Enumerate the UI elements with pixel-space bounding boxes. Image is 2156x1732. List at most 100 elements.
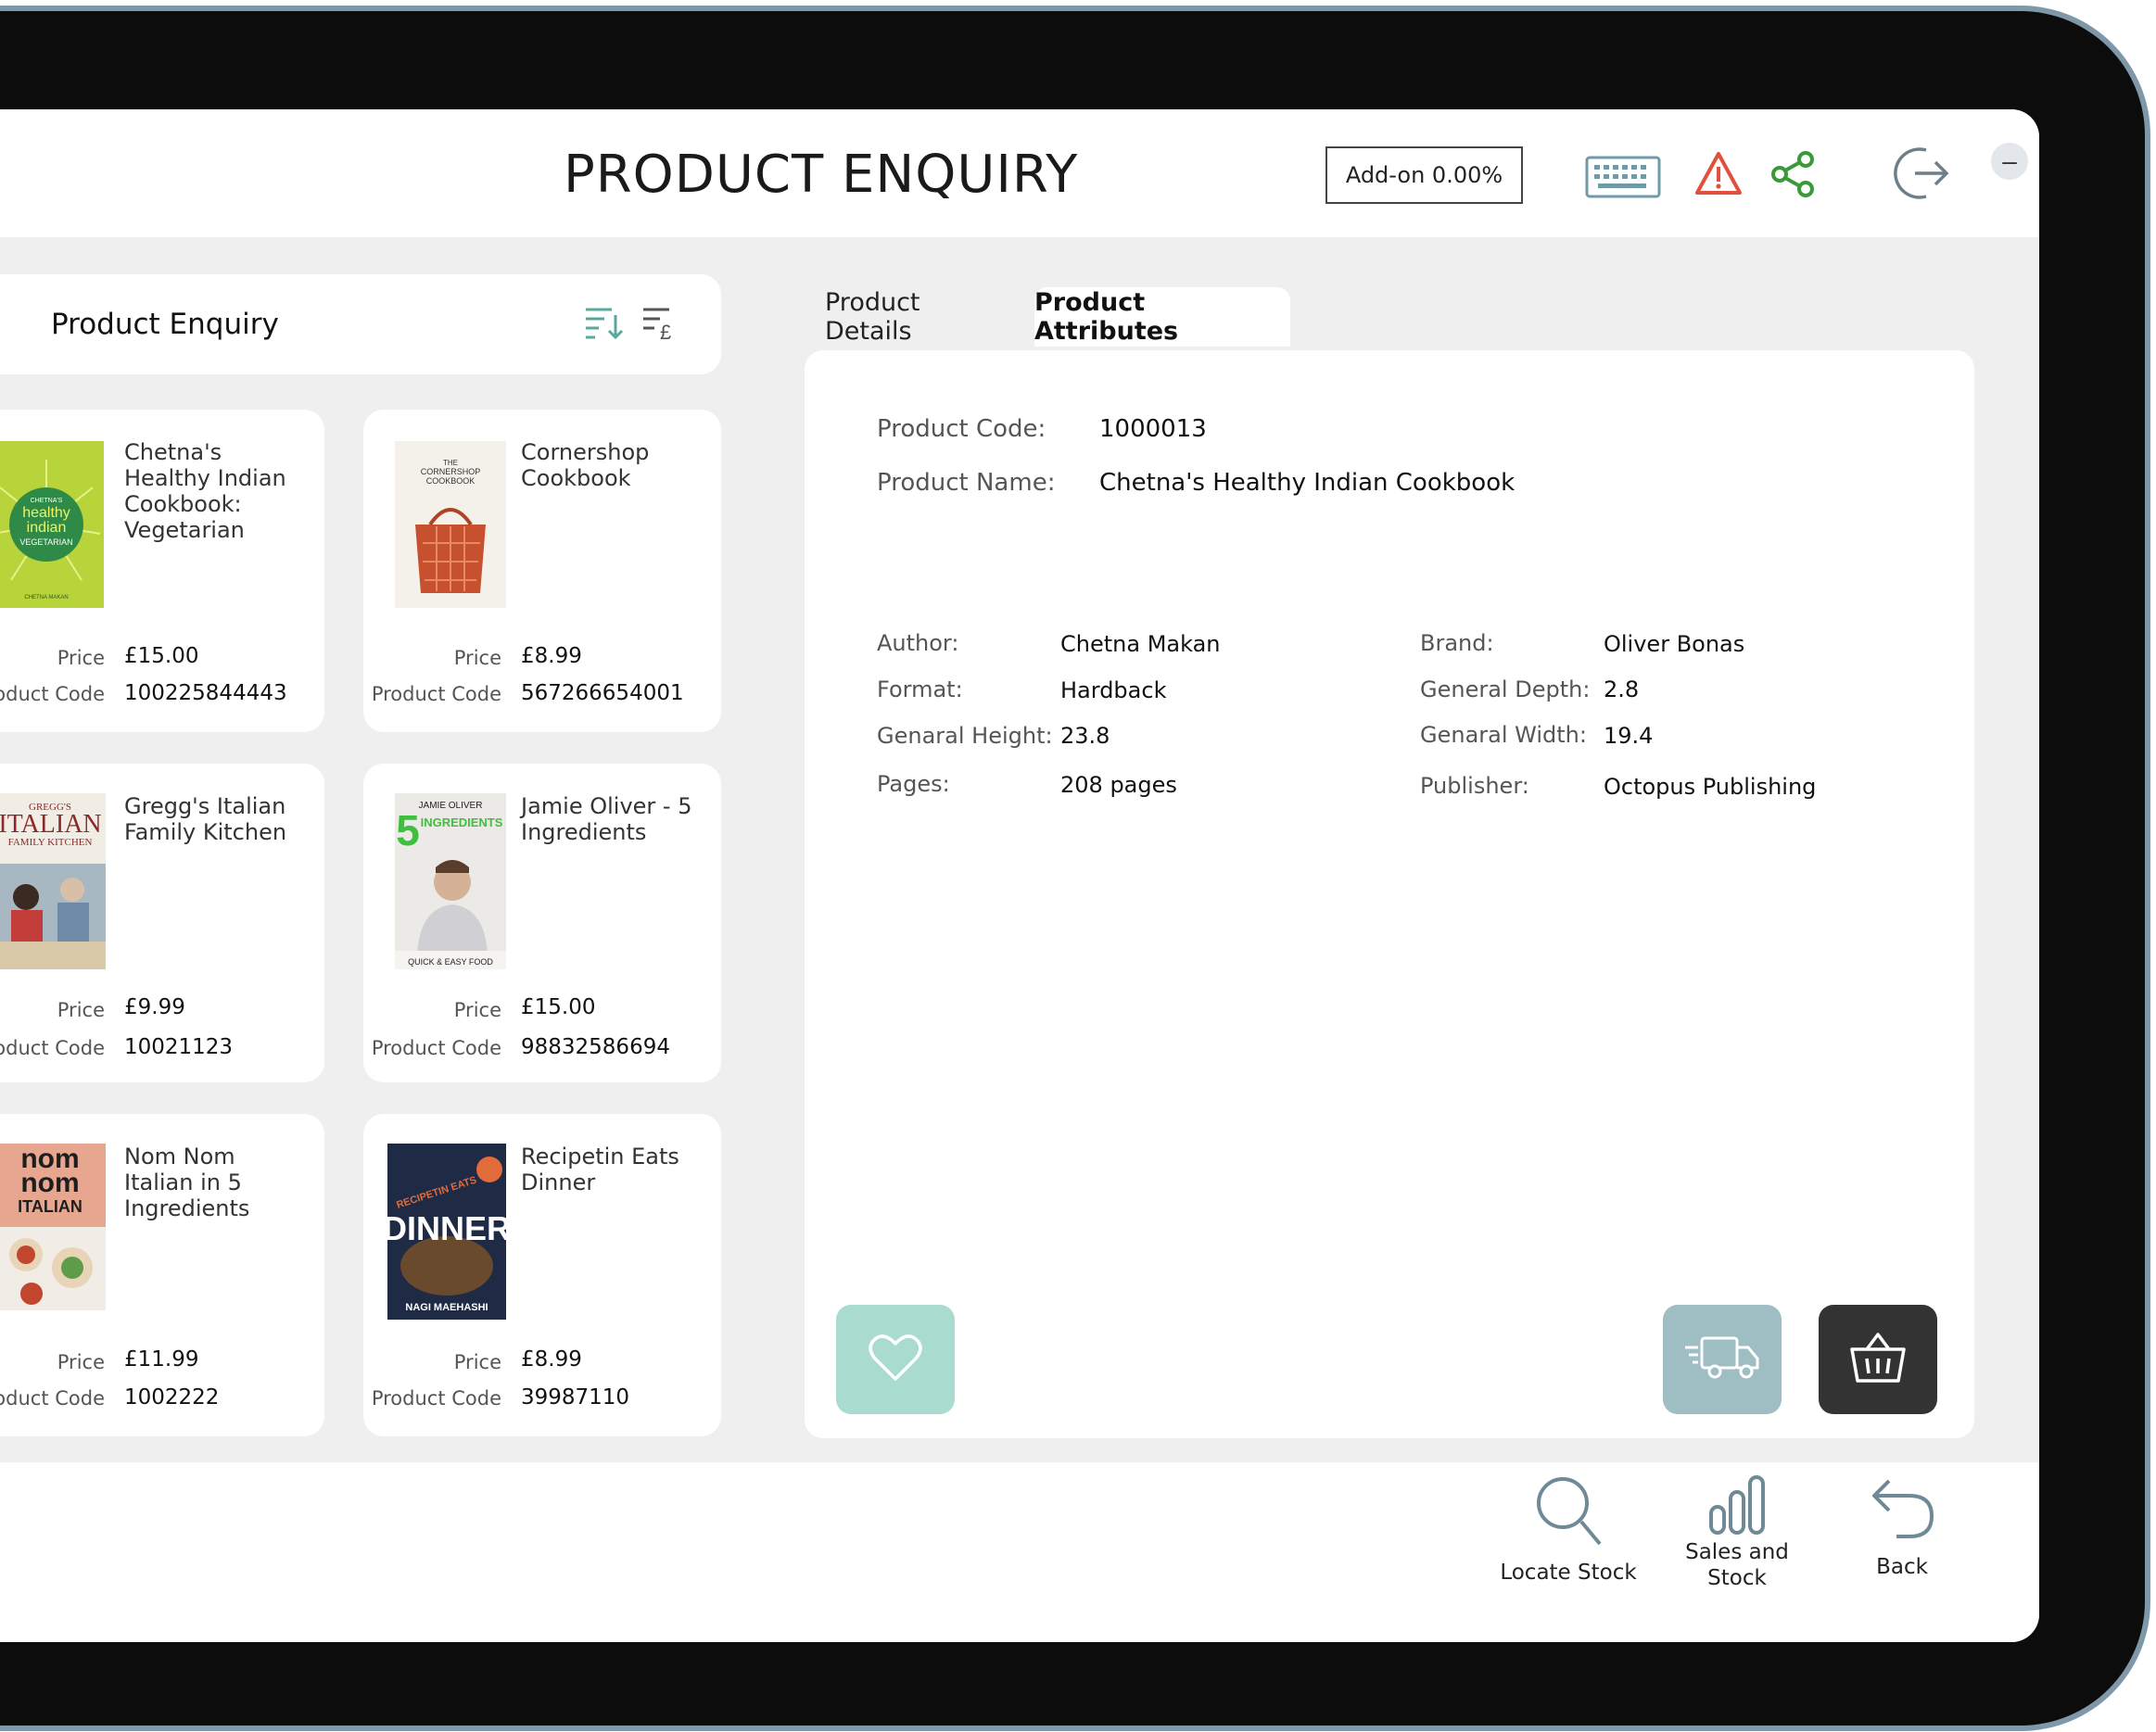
product-code-value: 1000013 xyxy=(1099,415,1207,443)
page-title: PRODUCT ENQUIRY xyxy=(564,145,1079,205)
product-card-title: Nom Nom Italian in 5 Ingredients xyxy=(124,1144,250,1221)
cover-text: THE xyxy=(443,459,458,467)
cover-text: INGREDIENTS xyxy=(421,815,503,829)
sales-and-stock-label-line-1: Sales and xyxy=(1685,1540,1789,1564)
cover-text: CORNERSHOP xyxy=(421,467,481,476)
cover-text: COOKBOOK xyxy=(426,476,476,486)
depth-label: General Depth: xyxy=(1420,676,1591,702)
product-card[interactable]: RECIPETIN EATS DINNER NAGI MAEHASHI Reci… xyxy=(363,1114,721,1436)
share-icon[interactable] xyxy=(1769,150,1817,203)
product-code-label: Product Code xyxy=(371,1387,501,1410)
product-card[interactable]: nom nom ITALIAN Nom Nom Italian in 5 Ing… xyxy=(0,1114,324,1436)
product-card[interactable]: THE CORNERSHOP COOKBOOK Cornershop Cookb… xyxy=(363,410,721,732)
product-attributes-panel: Product Code: 1000013 Product Name: Chet… xyxy=(805,350,1974,1438)
price-label: Price xyxy=(453,999,501,1021)
warning-icon[interactable] xyxy=(1694,150,1743,201)
cover-text: CHETNA'S xyxy=(31,498,63,504)
book-cover-image: THE CORNERSHOP COOKBOOK xyxy=(395,441,506,608)
product-card-title: Chetna's Healthy Indian Cookbook: Vegeta… xyxy=(124,439,286,543)
keyboard-icon[interactable] xyxy=(1585,156,1661,203)
cover-text: DINNER xyxy=(387,1209,506,1247)
top-bar: h PRODUCT ENQUIRY Add-on 0.00% xyxy=(0,109,2039,237)
price-label: Price xyxy=(453,647,501,669)
cover-text: CHETNA MAKAN xyxy=(24,595,68,601)
cover-text: indian xyxy=(27,520,67,536)
locate-stock-label: Locate Stock xyxy=(1500,1561,1637,1585)
publisher-value: Octopus Publishing xyxy=(1604,774,1817,800)
delivery-button[interactable] xyxy=(1663,1305,1782,1414)
addon-button[interactable]: Add-on 0.00% xyxy=(1325,146,1523,204)
height-label: Genaral Height: xyxy=(877,723,1053,749)
product-code-value: 10021123 xyxy=(124,1035,234,1059)
format-label: Format: xyxy=(877,676,963,702)
product-code-value: 98832586694 xyxy=(521,1035,670,1059)
brand-label: Brand: xyxy=(1420,630,1494,656)
product-code-value: 1002222 xyxy=(124,1385,220,1410)
cover-text: nom xyxy=(20,1168,79,1198)
product-list-header: Product Enquiry £ xyxy=(0,274,721,374)
product-code-label: Product Code xyxy=(0,1037,105,1059)
cover-text: 5 xyxy=(396,806,420,854)
price-value: £8.99 xyxy=(521,1347,582,1372)
product-code-label: Product Code xyxy=(371,1037,501,1059)
sales-and-stock-button[interactable]: Sales and Stock xyxy=(1663,1473,1811,1591)
book-cover-image: GREGG'S ITALIAN FAMILY KITCHEN xyxy=(0,793,106,969)
product-list-title: Product Enquiry xyxy=(51,308,279,341)
price-value: £8.99 xyxy=(521,644,582,668)
product-code-value: 567266654001 xyxy=(521,681,684,705)
product-card[interactable]: CHETNA'S healthy indian VEGETARIAN CHETN… xyxy=(0,410,324,732)
sort-icon[interactable] xyxy=(584,304,624,346)
tab-product-attributes[interactable]: Product Attributes xyxy=(1034,287,1290,347)
product-code-label: Product Code xyxy=(371,683,501,705)
favourite-button[interactable] xyxy=(836,1305,955,1414)
logout-icon[interactable] xyxy=(1889,141,1952,210)
product-card-title: Cornershop Cookbook xyxy=(521,439,650,491)
height-value: 23.8 xyxy=(1060,723,1110,749)
search-icon xyxy=(1533,1477,1604,1551)
price-label: Price xyxy=(453,1351,501,1373)
book-cover-image: nom nom ITALIAN xyxy=(0,1144,106,1310)
price-value: £15.00 xyxy=(124,644,199,668)
brand-value: Oliver Bonas xyxy=(1604,631,1745,657)
back-button[interactable]: Back xyxy=(1828,1473,1976,1580)
product-name-label: Product Name: xyxy=(877,469,1056,497)
tab-product-details[interactable]: Product Details xyxy=(825,287,1010,347)
format-value: Hardback xyxy=(1060,677,1167,703)
cover-text: NAGI MAEHASHI xyxy=(405,1302,488,1313)
depth-value: 2.8 xyxy=(1604,676,1640,702)
product-code-label: Product Code: xyxy=(877,415,1046,443)
price-value: £15.00 xyxy=(521,995,596,1019)
sales-and-stock-label-line-2: Stock xyxy=(1707,1566,1767,1590)
product-card-title: Recipetin Eats Dinner xyxy=(521,1144,679,1195)
add-to-basket-button[interactable] xyxy=(1819,1305,1937,1414)
cover-text: JAMIE OLIVER xyxy=(419,801,483,811)
product-card[interactable]: JAMIE OLIVER 5 INGREDIENTS QUICK & EASY … xyxy=(363,764,721,1082)
cover-text: FAMILY KITCHEN xyxy=(8,837,93,848)
locate-stock-button[interactable]: Locate Stock xyxy=(1494,1473,1642,1586)
pages-label: Pages: xyxy=(877,771,950,797)
back-arrow-icon xyxy=(1869,1479,1935,1546)
cover-text: VEGETARIAN xyxy=(19,537,72,547)
cover-text: ITALIAN xyxy=(0,810,102,839)
book-cover-image: CHETNA'S healthy indian VEGETARIAN CHETN… xyxy=(0,441,104,608)
price-value: £11.99 xyxy=(124,1347,199,1372)
bottom-toolbar: Locate Stock Sales and Stock Back xyxy=(0,1462,2039,1642)
basket-icon xyxy=(1848,1331,1908,1389)
product-card-title: Jamie Oliver - 5 Ingredients xyxy=(521,793,692,845)
back-label: Back xyxy=(1876,1555,1928,1579)
price-sort-icon[interactable]: £ xyxy=(641,304,679,346)
heart-icon xyxy=(868,1333,923,1387)
product-card-title: Gregg's Italian Family Kitchen xyxy=(124,793,287,845)
price-label: Price xyxy=(57,999,105,1021)
app-screen: h PRODUCT ENQUIRY Add-on 0.00% xyxy=(0,109,2039,1642)
price-label: Price xyxy=(57,647,105,669)
author-value: Chetna Makan xyxy=(1060,631,1221,657)
product-code-label: Product Code xyxy=(0,1387,105,1410)
product-code-value: 39987110 xyxy=(521,1385,630,1410)
cover-text: ITALIAN xyxy=(18,1197,82,1216)
delivery-truck-icon xyxy=(1683,1333,1761,1387)
product-name-value: Chetna's Healthy Indian Cookbook xyxy=(1099,469,1516,497)
product-card[interactable]: GREGG'S ITALIAN FAMILY KITCHEN Gregg's I… xyxy=(0,764,324,1082)
cover-text: QUICK & EASY FOOD xyxy=(408,957,493,967)
minimize-button[interactable]: – xyxy=(1991,143,2028,180)
